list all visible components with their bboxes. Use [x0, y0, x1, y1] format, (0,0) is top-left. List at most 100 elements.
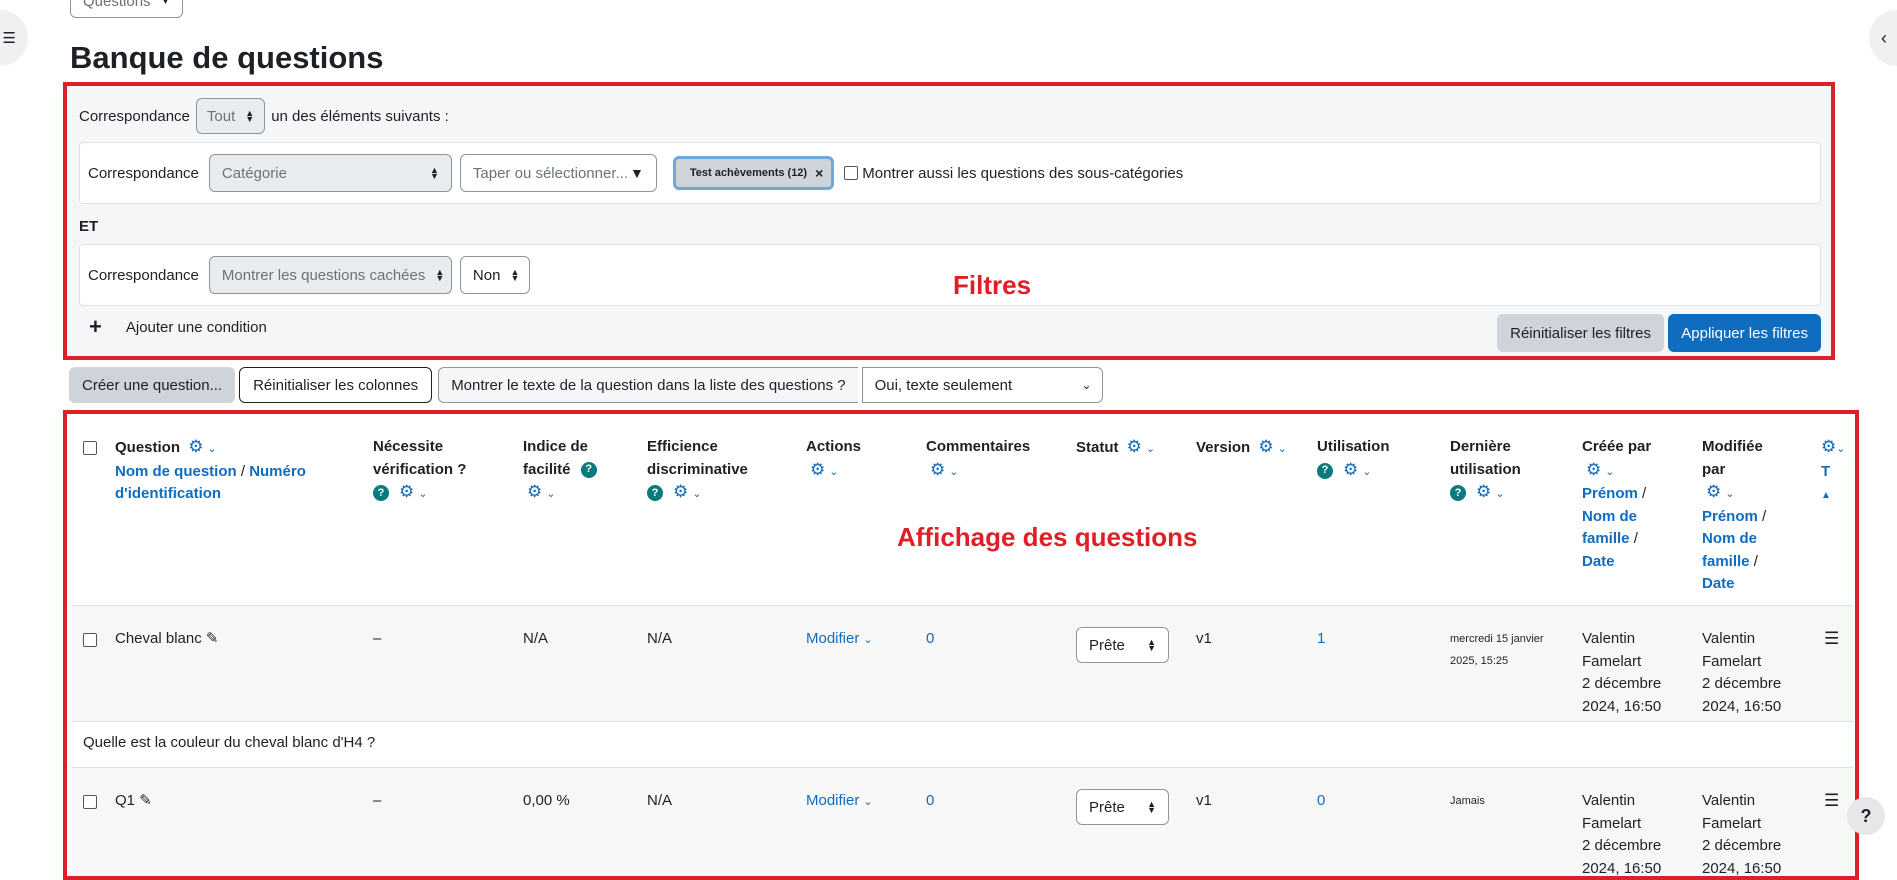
updown-icon: ▲ ▼ — [429, 165, 439, 181]
gear-icon[interactable]: ⚙ — [810, 460, 825, 479]
chevron-down-icon[interactable]: ⌄ — [1146, 443, 1155, 455]
chevron-down-icon[interactable]: ⌄ — [692, 488, 701, 500]
chevron-down-icon[interactable]: ⌄ — [1495, 488, 1504, 500]
chevron-down-icon[interactable]: ⌄ — [1605, 466, 1614, 478]
header-usage: Utilisation ? ⚙ ⌄ — [1317, 438, 1390, 479]
pencil-icon[interactable]: ✎ — [206, 630, 219, 647]
sort-modified-date[interactable]: Date — [1702, 575, 1735, 592]
remove-chip-icon[interactable]: × — [815, 165, 823, 181]
subcategories-checkbox[interactable] — [844, 166, 859, 180]
sort-question-name[interactable]: Nom de question — [115, 463, 237, 480]
condition-type-select[interactable]: Montrer les questions cachées ▲ ▼ — [208, 256, 452, 294]
header-comments: Commentaires ⚙ ⌄ — [926, 438, 1031, 479]
gear-icon[interactable]: ⚙ — [1586, 460, 1601, 479]
verification-value: – — [373, 792, 382, 809]
help-button[interactable]: ? — [1847, 797, 1885, 835]
gear-icon[interactable]: ⚙ — [399, 482, 414, 501]
facility-value: 0,00 % — [523, 792, 570, 809]
help-icon[interactable]: ? — [373, 485, 389, 502]
sort-asc-icon[interactable]: ▲ — [1821, 490, 1831, 501]
add-condition-button[interactable]: + Ajouter une condition — [89, 314, 267, 340]
discrimination-value: N/A — [647, 630, 673, 647]
modified-by-value: Valentin Famelart 2 décembre 2024, 16:50 — [1702, 792, 1782, 877]
help-icon[interactable]: ? — [1450, 485, 1466, 502]
category-chip[interactable]: Test achèvements (12) × — [672, 156, 835, 190]
chevron-down-icon[interactable]: ⌄ — [207, 443, 216, 455]
page-title: Banque de questions — [70, 40, 384, 75]
hidden-value-select[interactable]: Non ▲ ▼ — [459, 256, 530, 294]
header-modified-by: Modifiée par ⚙ ⌄ Prénom / Nom de famille … — [1702, 438, 1767, 592]
chevron-down-icon[interactable]: ⌄ — [1836, 443, 1845, 455]
show-text-label: Montrer le texte de la question dans la … — [438, 367, 858, 403]
gear-icon[interactable]: ⚙ — [1476, 482, 1491, 501]
chevron-down-icon[interactable]: ⌄ — [418, 488, 427, 500]
match-type-select[interactable]: Tout ▲ ▼ — [195, 98, 266, 134]
chevron-down-icon: ⌄ — [863, 634, 873, 646]
header-version: Version ⚙ ⌄ — [1196, 437, 1287, 456]
gear-icon[interactable]: ⚙ — [930, 460, 945, 479]
category-search-input[interactable]: Taper ou sélectionner... ▼ — [459, 154, 657, 192]
chevron-down-icon[interactable]: ⌄ — [1725, 488, 1734, 500]
usage-link[interactable]: 0 — [1317, 790, 1325, 813]
table-header: Question ⚙ ⌄ Nom de question / Numéro d'i… — [71, 414, 1853, 606]
sort-modified-last[interactable]: Nom de — [1702, 530, 1757, 547]
help-icon[interactable]: ? — [580, 461, 597, 478]
header-question: Question ⚙ ⌄ Nom de question / Numéro d'i… — [115, 437, 306, 502]
chevron-down-icon[interactable]: ⌄ — [949, 466, 958, 478]
gear-icon[interactable]: ⚙ — [527, 482, 542, 501]
list-icon: ☰ — [2, 30, 16, 47]
gear-icon[interactable]: ⚙ — [673, 482, 688, 501]
pencil-icon[interactable]: ✎ — [139, 792, 152, 809]
chevron-down-icon[interactable]: ⌄ — [1278, 443, 1287, 455]
reset-filters-button[interactable]: Réinitialiser les filtres — [1497, 314, 1664, 352]
gear-icon[interactable]: ⚙ — [1258, 437, 1273, 456]
help-icon[interactable]: ? — [1317, 462, 1333, 479]
gear-icon[interactable]: ⚙ — [1127, 437, 1142, 456]
chevron-down-icon[interactable]: ⌄ — [546, 488, 555, 500]
gear-icon[interactable]: ⚙ — [1343, 460, 1358, 479]
last-used-value: mercredi 15 janvier 2025, 15:25 — [1450, 633, 1544, 667]
version-value: v1 — [1196, 630, 1212, 647]
dropdown-arrow-icon: ▼ — [630, 165, 644, 181]
sort-modified-first[interactable]: Prénom — [1702, 508, 1758, 525]
filter-match-row: Correspondance Tout ▲ ▼ un des éléments s… — [79, 98, 449, 134]
comments-link[interactable]: 0 — [926, 790, 934, 813]
status-select[interactable]: Prête ▲ ▼ — [1076, 627, 1169, 663]
subcategories-label: Montrer aussi les questions des sous-cat… — [862, 164, 1184, 182]
actions-menu[interactable]: Modifier ⌄ — [806, 628, 873, 652]
filters-panel: Correspondance Tout ▲ ▼ un des éléments s… — [63, 82, 1835, 360]
actions-menu[interactable]: Modifier ⌄ — [806, 790, 873, 814]
row-checkbox[interactable] — [83, 633, 97, 647]
list-icon[interactable]: ☰ — [1824, 628, 1839, 652]
apply-filters-button[interactable]: Appliquer les filtres — [1668, 314, 1821, 352]
chevron-down-icon[interactable]: ⌄ — [829, 466, 838, 478]
row-checkbox[interactable] — [83, 795, 97, 809]
updown-icon: ▲ ▼ — [1147, 799, 1156, 815]
gear-icon[interactable]: ⚙ — [1706, 482, 1721, 501]
help-icon[interactable]: ? — [647, 485, 663, 502]
facility-value: N/A — [523, 630, 549, 647]
sort-created-first[interactable]: Prénom — [1582, 485, 1638, 502]
list-icon[interactable]: ☰ — [1824, 790, 1839, 814]
course-index-toggle[interactable]: ☰ — [0, 10, 28, 66]
select-all-checkbox[interactable] — [83, 441, 97, 455]
chevron-down-icon: ⌄ — [1081, 378, 1092, 392]
question-name: Cheval blanc — [115, 630, 202, 647]
chevron-down-icon[interactable]: ⌄ — [1362, 466, 1371, 478]
sort-created-date[interactable]: Date — [1582, 553, 1615, 570]
gear-icon[interactable]: ⚙ — [1821, 437, 1836, 456]
usage-link[interactable]: 1 — [1317, 628, 1325, 651]
reset-columns-button[interactable]: Réinitialiser les colonnes — [239, 367, 433, 403]
drawer-toggle[interactable]: ‹ — [1869, 10, 1897, 66]
comments-link[interactable]: 0 — [926, 628, 934, 651]
sort-created-last[interactable]: Nom de — [1582, 508, 1637, 525]
gear-icon[interactable]: ⚙ — [188, 437, 203, 456]
plus-icon: + — [89, 314, 102, 339]
bank-navigation-select[interactable]: Questions ▼ — [70, 0, 184, 18]
create-question-button[interactable]: Créer une question... — [69, 367, 236, 403]
question-text: Quelle est la couleur du cheval blanc d'… — [83, 734, 376, 751]
status-select[interactable]: Prête ▲ ▼ — [1076, 789, 1169, 825]
created-by-value: Valentin Famelart 2 décembre 2024, 16:50 — [1582, 792, 1662, 877]
condition-type-select[interactable]: Catégorie ▲ ▼ — [208, 154, 452, 192]
show-text-select[interactable]: Oui, texte seulement ⌄ — [861, 367, 1103, 403]
